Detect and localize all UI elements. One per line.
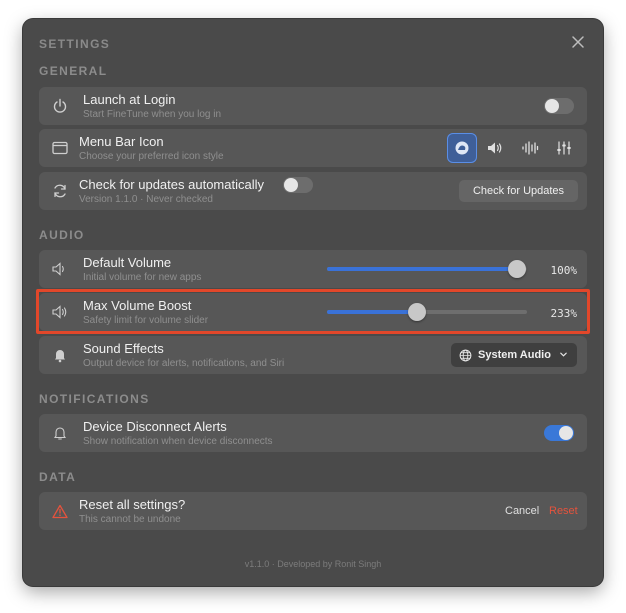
slider-fill bbox=[327, 310, 417, 314]
footer-credit: v1.1.0 · Developed by Ronit Singh bbox=[244, 559, 382, 569]
reset-button[interactable]: Reset bbox=[549, 505, 578, 517]
section-notifications: NOTIFICATIONS bbox=[39, 392, 150, 406]
warning-icon bbox=[49, 500, 71, 522]
toggle-knob bbox=[545, 99, 559, 113]
chevron-down-icon bbox=[559, 350, 568, 359]
slider-fill bbox=[327, 267, 517, 271]
launch-at-login-subtitle: Start FineTune when you log in bbox=[83, 109, 222, 120]
row-max-volume-boost: Max Volume Boost Safety limit for volume… bbox=[39, 293, 587, 331]
toggle-knob bbox=[284, 178, 298, 192]
default-volume-label: Default Volume bbox=[83, 255, 172, 270]
section-general: GENERAL bbox=[39, 64, 108, 78]
row-device-disconnect: Device Disconnect Alerts Show notificati… bbox=[39, 414, 587, 452]
section-audio: AUDIO bbox=[39, 228, 85, 242]
device-disconnect-label: Device Disconnect Alerts bbox=[83, 419, 227, 434]
app-logo-icon[interactable] bbox=[447, 133, 477, 163]
output-device-value: System Audio bbox=[478, 349, 551, 361]
max-volume-boost-value: 233% bbox=[550, 307, 578, 320]
row-check-updates: Check for updates automatically Version … bbox=[39, 172, 587, 210]
row-reset-settings: Reset all settings? This cannot be undon… bbox=[39, 492, 587, 530]
max-volume-boost-slider[interactable] bbox=[327, 303, 527, 321]
default-volume-value: 100% bbox=[550, 264, 578, 277]
default-volume-subtitle: Initial volume for new apps bbox=[83, 272, 202, 283]
sound-effects-label: Sound Effects bbox=[83, 341, 164, 356]
row-launch-at-login: Launch at Login Start FineTune when you … bbox=[39, 87, 587, 125]
row-menu-bar-icon: Menu Bar Icon Choose your preferred icon… bbox=[39, 129, 587, 167]
launch-at-login-label: Launch at Login bbox=[83, 92, 176, 107]
row-default-volume: Default Volume Initial volume for new ap… bbox=[39, 250, 587, 288]
max-volume-boost-subtitle: Safety limit for volume slider bbox=[83, 315, 209, 326]
refresh-icon bbox=[49, 180, 71, 202]
globe-icon bbox=[459, 349, 472, 362]
cancel-button[interactable]: Cancel bbox=[505, 505, 539, 517]
toggle-knob bbox=[559, 426, 573, 440]
section-data: DATA bbox=[39, 470, 77, 484]
power-icon bbox=[49, 95, 71, 117]
max-volume-boost-label: Max Volume Boost bbox=[83, 298, 192, 313]
close-icon[interactable] bbox=[571, 35, 585, 49]
output-device-select[interactable]: System Audio bbox=[451, 343, 577, 367]
reset-settings-label: Reset all settings? bbox=[79, 497, 186, 512]
launch-at-login-toggle[interactable] bbox=[544, 98, 574, 114]
menu-bar-window-icon bbox=[49, 137, 71, 159]
check-for-updates-button[interactable]: Check for Updates bbox=[459, 180, 578, 202]
check-updates-subtitle: Version 1.1.0 · Never checked bbox=[79, 194, 213, 205]
device-disconnect-subtitle: Show notification when device disconnect… bbox=[83, 436, 273, 447]
speaker-boost-icon bbox=[49, 301, 71, 323]
menu-bar-icon-label: Menu Bar Icon bbox=[79, 134, 164, 149]
row-sound-effects: Sound Effects Output device for alerts, … bbox=[39, 336, 587, 374]
waveform-icon[interactable] bbox=[515, 133, 545, 163]
speaker-low-icon bbox=[49, 258, 71, 280]
speaker-icon[interactable] bbox=[480, 133, 510, 163]
auto-update-toggle[interactable] bbox=[283, 177, 313, 193]
slider-thumb[interactable] bbox=[508, 260, 526, 278]
check-updates-label: Check for updates automatically bbox=[79, 177, 264, 192]
slider-thumb[interactable] bbox=[408, 303, 426, 321]
window-title: SETTINGS bbox=[39, 37, 111, 51]
bell-outline-icon bbox=[49, 422, 71, 444]
device-disconnect-toggle[interactable] bbox=[544, 425, 574, 441]
sliders-icon[interactable] bbox=[549, 133, 579, 163]
menu-bar-icon-subtitle: Choose your preferred icon style bbox=[79, 151, 224, 162]
settings-window: SETTINGS GENERAL Launch at Login Start F… bbox=[23, 19, 603, 586]
sound-effects-subtitle: Output device for alerts, notifications,… bbox=[83, 358, 285, 369]
bell-icon bbox=[49, 344, 71, 366]
reset-settings-subtitle: This cannot be undone bbox=[79, 514, 181, 525]
default-volume-slider[interactable] bbox=[327, 260, 527, 278]
